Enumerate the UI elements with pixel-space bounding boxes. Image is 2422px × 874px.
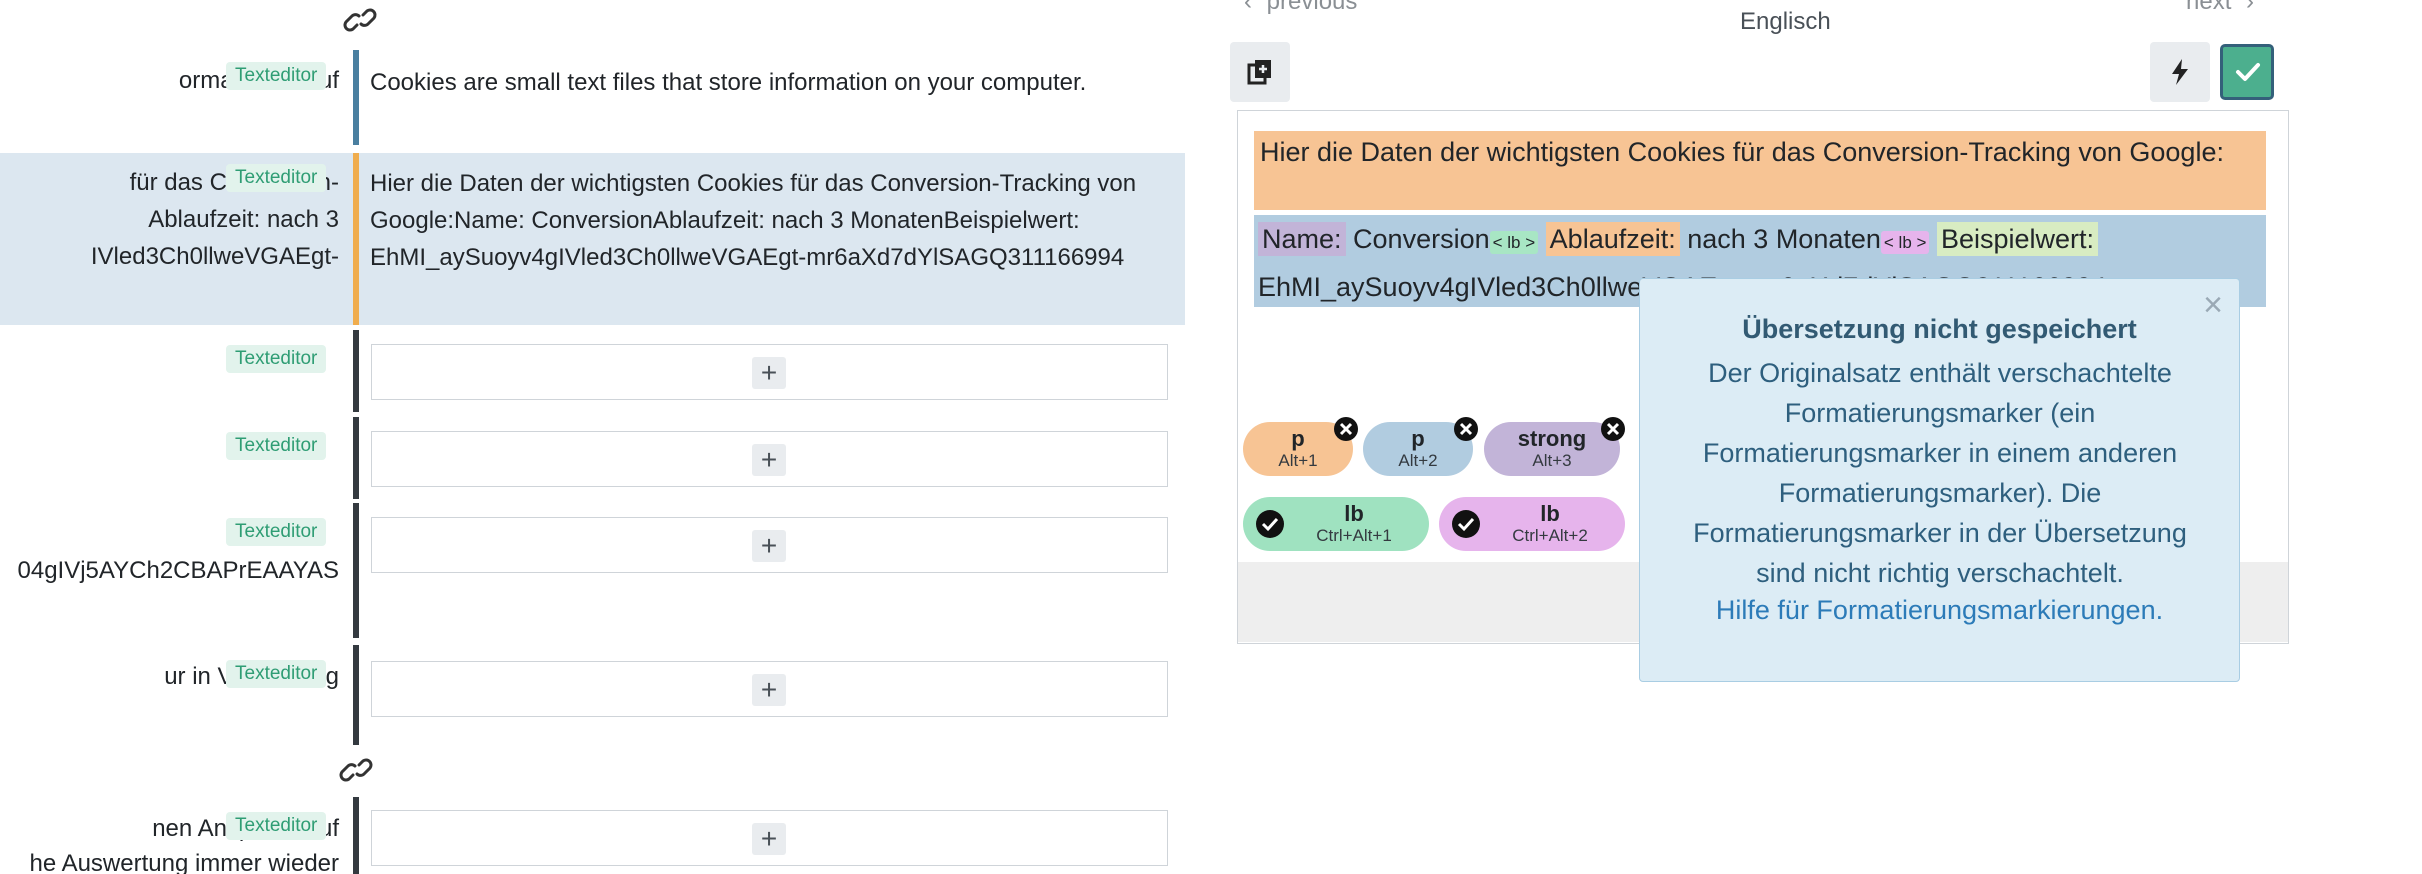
empty-target-box[interactable]: + bbox=[371, 344, 1168, 400]
lb-marker[interactable]: < lb > bbox=[1489, 231, 1539, 254]
tag-pill-p[interactable]: p Alt+1 bbox=[1243, 417, 1358, 476]
strong-marker[interactable]: Name: bbox=[1258, 222, 1346, 256]
quick-action-button[interactable] bbox=[2150, 42, 2210, 102]
close-icon[interactable] bbox=[1333, 416, 1359, 442]
popover-body: Der Originalsatz enthält verschachtelte … bbox=[1693, 358, 2187, 588]
segment-status-bar bbox=[353, 645, 359, 745]
link-icon[interactable] bbox=[336, 750, 376, 790]
segment-status-bar bbox=[353, 50, 359, 145]
segment-status-bar bbox=[353, 330, 359, 412]
check-icon bbox=[2236, 63, 2260, 81]
paragraph-segment[interactable]: Hier die Daten der wichtigsten Cookies f… bbox=[1254, 131, 2266, 210]
chevron-left-icon: ‹ bbox=[1244, 0, 1252, 15]
source-text: Ablaufzeit: nach 3 bbox=[148, 206, 339, 233]
segment-status-bar bbox=[353, 417, 359, 499]
add-translation-button[interactable]: + bbox=[752, 444, 786, 476]
tag-pill-strong[interactable]: strong Alt+3 bbox=[1484, 417, 1625, 476]
error-popover: × Übersetzung nicht gespeichert Der Orig… bbox=[1639, 278, 2240, 682]
texteditor-badge: Texteditor bbox=[226, 518, 327, 546]
close-icon[interactable] bbox=[1453, 416, 1479, 442]
chevron-right-icon: › bbox=[2246, 0, 2255, 15]
segment-status-bar bbox=[353, 153, 359, 325]
segment-status-bar bbox=[353, 797, 359, 874]
add-translation-button[interactable]: + bbox=[752, 357, 786, 389]
segment-row[interactable]: 04gIVj5AYCh2CBAPrEAAYAS Texteditor + bbox=[0, 503, 1185, 638]
empty-target-box[interactable]: + bbox=[371, 810, 1168, 866]
next-link[interactable]: next › bbox=[2186, 0, 2254, 16]
target-text[interactable]: Hier die Daten der wichtigsten Cookies f… bbox=[370, 165, 1160, 276]
segment-row-active[interactable]: für das Conversion- Ablaufzeit: nach 3 I… bbox=[0, 153, 1185, 325]
lightning-icon bbox=[2172, 59, 2188, 85]
source-text: 04gIVj5AYCh2CBAPrEAAYAS bbox=[17, 557, 340, 584]
tag-pill-lb[interactable]: lb Ctrl+Alt+2 bbox=[1439, 497, 1625, 551]
check-circle-icon bbox=[1452, 510, 1480, 538]
copy-source-icon bbox=[1247, 60, 1271, 85]
segment-row[interactable]: Texteditor + bbox=[0, 417, 1185, 499]
empty-target-box[interactable]: + bbox=[371, 661, 1168, 717]
texteditor-badge: Texteditor bbox=[226, 62, 327, 90]
tag-pill-p[interactable]: p Alt+2 bbox=[1363, 417, 1478, 476]
lb-marker[interactable]: < lb > bbox=[1880, 231, 1930, 254]
add-translation-button[interactable]: + bbox=[752, 674, 786, 706]
add-translation-button[interactable]: + bbox=[752, 530, 786, 562]
texteditor-badge: Texteditor bbox=[226, 660, 327, 688]
copy-source-button[interactable] bbox=[1230, 42, 1290, 102]
segment-row[interactable]: ur in Verbindung Texteditor + bbox=[0, 645, 1185, 745]
previous-link[interactable]: ‹ previous bbox=[1244, 0, 1357, 16]
add-translation-button[interactable]: + bbox=[752, 823, 786, 855]
empty-target-box[interactable]: + bbox=[371, 431, 1168, 487]
source-text: IVled3Ch0llweVGAEgt- bbox=[90, 243, 339, 270]
strong-marker[interactable]: Ablaufzeit: bbox=[1545, 222, 1680, 256]
empty-target-box[interactable]: + bbox=[371, 517, 1168, 573]
texteditor-badge: Texteditor bbox=[226, 432, 327, 460]
strong-marker[interactable]: Beispielwert: bbox=[1936, 222, 2099, 256]
close-icon[interactable] bbox=[1600, 416, 1626, 442]
target-language-label: Englisch bbox=[1740, 8, 1831, 35]
help-link[interactable]: Hilfe für Formatierungsmarkierungen. bbox=[1640, 590, 2239, 630]
texteditor-badge: Texteditor bbox=[226, 345, 327, 373]
target-text[interactable]: Cookies are small text files that store … bbox=[370, 64, 1170, 101]
tag-pill-lb[interactable]: lb Ctrl+Alt+1 bbox=[1243, 497, 1429, 551]
segment-row[interactable]: nen Anspruch auf he Auswertung immer wie… bbox=[0, 797, 1185, 874]
segment-row[interactable]: Texteditor + bbox=[0, 330, 1185, 412]
texteditor-badge: Texteditor bbox=[226, 164, 327, 192]
segment-row[interactable]: ormationen auf Texteditor Cookies are sm… bbox=[0, 47, 1185, 147]
popover-title: Übersetzung nicht gespeichert bbox=[1742, 314, 2137, 344]
link-icon[interactable] bbox=[340, 0, 380, 40]
check-circle-icon bbox=[1256, 510, 1284, 538]
confirm-button[interactable] bbox=[2220, 44, 2274, 100]
texteditor-badge: Texteditor bbox=[226, 812, 327, 840]
source-text: he Auswertung immer wieder bbox=[29, 850, 339, 874]
segment-status-bar bbox=[353, 503, 359, 638]
